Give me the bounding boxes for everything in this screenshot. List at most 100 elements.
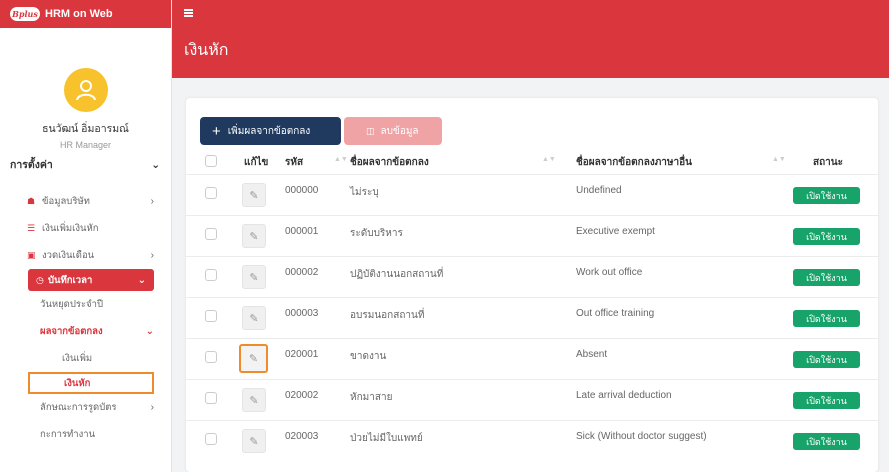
header-edit: แก้ไข xyxy=(244,157,269,168)
row-code: 000001 xyxy=(285,226,319,237)
row-name: หักมาสาย xyxy=(350,392,393,403)
delete-button[interactable]: ◫ ลบข้อมูล xyxy=(344,117,442,145)
pencil-icon: ✎ xyxy=(249,189,259,202)
status-badge: เปิดใช้งาน xyxy=(793,392,860,409)
header-name[interactable]: ชื่อผลจากข้อตกลง xyxy=(350,155,429,170)
table-header: แก้ไข รหัส ▲▼ ชื่อผลจากข้อตกลง ▲▼ ชื่อผล… xyxy=(186,150,878,174)
sidebar-item-label: ผลจากข้อตกลง xyxy=(40,326,103,337)
row-checkbox[interactable] xyxy=(205,351,217,363)
header-name-other[interactable]: ชื่อผลจากข้อตกลงภาษาอื่น xyxy=(576,155,692,170)
sidebar-item-label: บันทึกเวลา xyxy=(48,274,93,286)
pencil-icon: ✎ xyxy=(249,435,259,448)
row-code: 000000 xyxy=(285,185,319,196)
table-row: ✎ 000002 ปฏิบัติงานนอกสถานที่ Work out o… xyxy=(186,256,878,297)
row-name: ปฏิบัติงานนอกสถานที่ xyxy=(350,269,444,280)
sidebar-item-deductions[interactable]: เงินหัก xyxy=(28,372,154,394)
delete-button-label: ลบข้อมูล xyxy=(380,125,419,137)
sidebar-item-card-swipe-types[interactable]: ลักษณะการรูดบัตร › xyxy=(0,394,171,421)
row-code: 020003 xyxy=(285,431,319,442)
chevron-right-icon: › xyxy=(150,196,154,207)
row-name: ป่วยไม่มีใบแพทย์ xyxy=(350,433,423,444)
row-checkbox[interactable] xyxy=(205,392,217,404)
avatar[interactable] xyxy=(63,68,108,112)
sidebar-item-annual-holidays[interactable]: วันหยุดประจำปี xyxy=(0,291,171,318)
status-badge: เปิดใช้งาน xyxy=(793,269,860,286)
clock-icon: ◷ xyxy=(36,274,44,285)
sidebar-item-company-info[interactable]: ☗ ข้อมูลบริษัท › xyxy=(0,188,171,215)
select-all-checkbox[interactable] xyxy=(205,155,217,167)
user-name: ธนวัฒน์ อิ่มอารมณ์ xyxy=(42,123,129,135)
status-badge: เปิดใช้งาน xyxy=(793,187,860,204)
edit-button[interactable]: ✎ xyxy=(242,429,266,453)
table-row: ✎ 020001 ขาดงาน Absent เปิดใช้งาน xyxy=(186,338,878,379)
add-button-label: เพิ่มผลจากข้อตกลง xyxy=(227,125,311,137)
row-name: ไม่ระบุ xyxy=(350,187,379,198)
table-row: ✎ 020002 หักมาสาย Late arrival deduction… xyxy=(186,379,878,420)
app-title: HRM on Web xyxy=(45,8,113,20)
sidebar-item-agreement-results[interactable]: ผลจากข้อตกลง ⌄ xyxy=(0,318,171,345)
header-status[interactable]: สถานะ xyxy=(813,155,843,170)
edit-button[interactable]: ✎ xyxy=(242,388,266,412)
sidebar-item-label: ข้อมูลบริษัท xyxy=(42,196,90,207)
edit-button[interactable]: ✎ xyxy=(242,306,266,330)
row-code: 000002 xyxy=(285,267,319,278)
list-icon: ☰ xyxy=(27,223,36,233)
chevron-down-icon: ⌄ xyxy=(151,158,160,171)
money-icon: ▣ xyxy=(27,250,36,260)
sort-icon[interactable]: ▲▼ xyxy=(542,156,556,163)
sidebar-item-additions[interactable]: เงินเพิ่ม xyxy=(0,345,171,372)
header-code[interactable]: รหัส xyxy=(285,155,303,170)
title-bar: เงินหัก xyxy=(172,28,889,78)
sidebar-item-label: เงินเพิ่มเงินหัก xyxy=(42,223,99,234)
status-badge: เปิดใช้งาน xyxy=(793,433,860,450)
chevron-right-icon: › xyxy=(150,250,154,261)
sidebar-item-additions-deductions[interactable]: ☰ เงินเพิ่มเงินหัก xyxy=(0,215,171,242)
sort-icon[interactable]: ▲▼ xyxy=(772,156,786,163)
row-checkbox[interactable] xyxy=(205,228,217,240)
content-card: + เพิ่มผลจากข้อตกลง ◫ ลบข้อมูล แก้ไข รหั… xyxy=(186,98,878,472)
table-row: ✎ 000003 อบรมนอกสถานที่ Out office train… xyxy=(186,297,878,338)
user-icon xyxy=(75,80,96,101)
edit-button[interactable]: ✎ xyxy=(242,224,266,248)
sidebar-item-work-shifts[interactable]: กะการทำงาน xyxy=(0,421,171,448)
row-name-other: Sick (Without doctor suggest) xyxy=(576,431,707,442)
trash-icon: ◫ xyxy=(366,125,375,136)
add-agreement-button[interactable]: + เพิ่มผลจากข้อตกลง xyxy=(200,117,341,145)
table-row: ✎ 020003 ป่วยไม่มีใบแพทย์ Sick (Without … xyxy=(186,420,878,461)
row-name-other: Absent xyxy=(576,349,608,360)
sidebar-item-time-record[interactable]: ◷ บันทึกเวลา ⌄ xyxy=(28,269,154,291)
sort-icon[interactable]: ▲▼ xyxy=(334,156,348,163)
edit-button[interactable]: ✎ xyxy=(242,265,266,289)
row-code: 020001 xyxy=(285,349,319,360)
page-title: เงินหัก xyxy=(184,42,229,59)
hamburger-menu-icon[interactable] xyxy=(184,9,193,17)
sidebar-item-payroll-period[interactable]: ▣ งวดเงินเดือน › xyxy=(0,242,171,269)
sidebar-menu: ☗ ข้อมูลบริษัท › ☰ เงินเพิ่มเงินหัก ▣ งว… xyxy=(0,188,171,448)
pencil-icon: ✎ xyxy=(249,312,259,325)
pencil-icon: ✎ xyxy=(248,353,259,365)
brand-bar: Bplus HRM on Web xyxy=(0,0,171,28)
pencil-icon: ✎ xyxy=(249,230,259,243)
row-name: ระดับบริหาร xyxy=(350,228,403,239)
chevron-right-icon: › xyxy=(150,402,154,413)
settings-section-title: การตั้งค่า xyxy=(10,159,53,171)
edit-button[interactable]: ✎ xyxy=(239,344,268,373)
row-checkbox[interactable] xyxy=(205,433,217,445)
plus-icon: + xyxy=(212,122,221,140)
table-row: ✎ 000001 ระดับบริหาร Executive exempt เป… xyxy=(186,215,878,256)
row-name-other: Work out office xyxy=(576,267,643,278)
row-checkbox[interactable] xyxy=(205,187,217,199)
table-row: ✎ 000000 ไม่ระบุ Undefined เปิดใช้งาน xyxy=(186,174,878,215)
profile: ธนวัฒน์ อิ่มอารมณ์ HR Manager xyxy=(0,28,171,150)
row-checkbox[interactable] xyxy=(205,310,217,322)
row-name-other: Late arrival deduction xyxy=(576,390,672,401)
row-name-other: Undefined xyxy=(576,185,622,196)
sidebar-item-label: วันหยุดประจำปี xyxy=(40,299,103,310)
status-badge: เปิดใช้งาน xyxy=(793,228,860,245)
status-badge: เปิดใช้งาน xyxy=(793,351,860,368)
settings-section-toggle[interactable]: การตั้งค่า ⌄ xyxy=(10,156,160,173)
row-checkbox[interactable] xyxy=(205,269,217,281)
edit-button[interactable]: ✎ xyxy=(242,183,266,207)
chevron-down-icon: ⌄ xyxy=(145,326,154,337)
sidebar-item-label: งวดเงินเดือน xyxy=(42,250,95,261)
